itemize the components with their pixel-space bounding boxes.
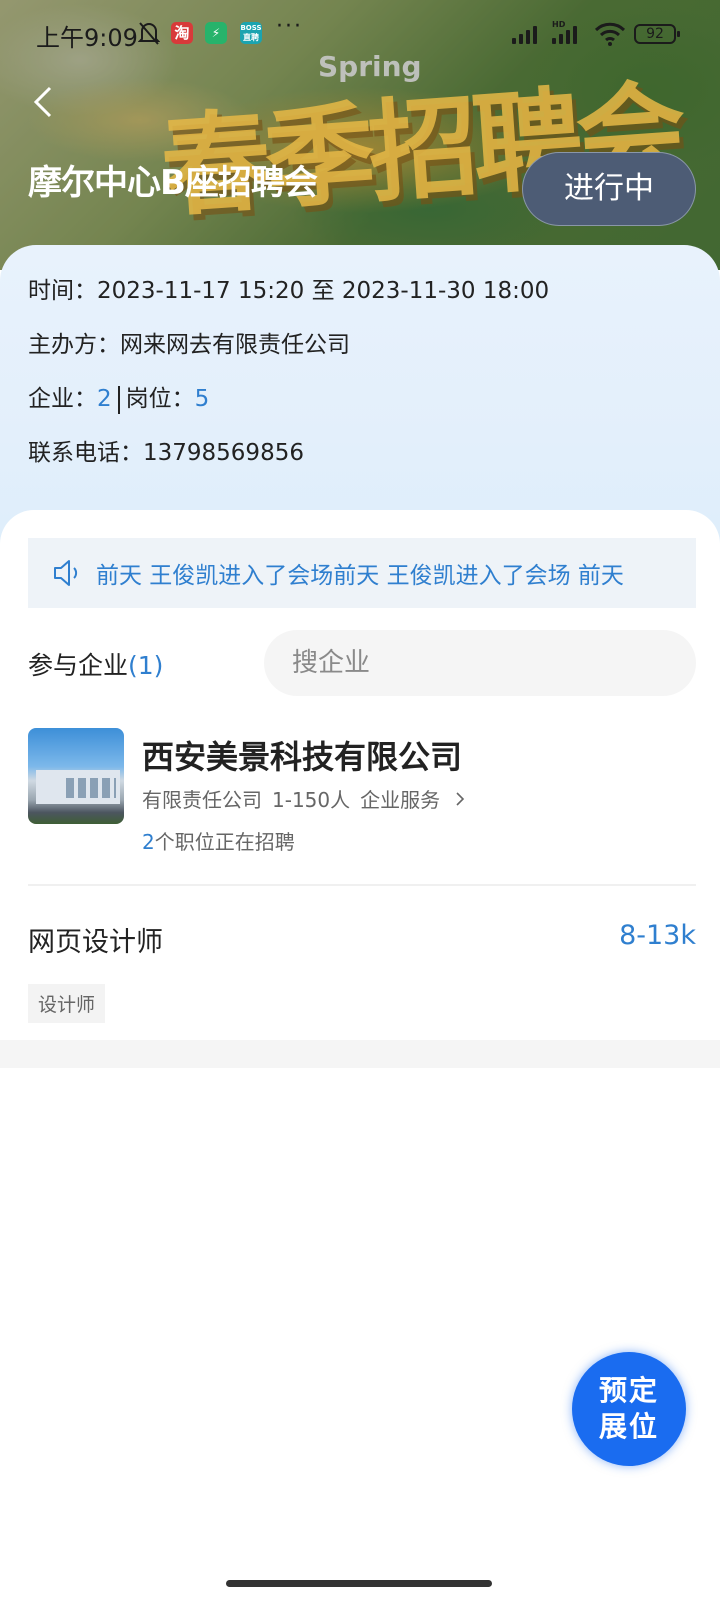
participants-header: 参与企业(1) [28, 630, 696, 696]
company-jobs-count: 2个职位正在招聘 [142, 826, 295, 855]
more-notifications-icon: ··· [276, 14, 303, 39]
taobao-app-icon: 淘 [171, 22, 193, 44]
cell-signal-icon [512, 24, 537, 44]
chevron-right-icon [456, 791, 465, 806]
organizer-label: 主办方： [28, 332, 120, 358]
company-industry: 企业服务 [360, 788, 441, 812]
companies-count: 2 [97, 386, 112, 412]
participants-title: 参与企业(1) [28, 646, 163, 682]
wifi-icon [594, 22, 626, 46]
company-meta: 有限责任公司 1-150人 企业服务 [142, 784, 466, 813]
job-title: 网页设计师 [28, 927, 163, 958]
boss-zhipin-app-icon: BOSS 直聘 [240, 22, 262, 44]
muted-bell-icon [138, 22, 160, 45]
company-logo [28, 728, 124, 824]
job-list-item[interactable]: 网页设计师 8-13k 设计师 [28, 886, 696, 1023]
section-separator [0, 1040, 720, 1068]
stats-divider [117, 385, 120, 414]
positions-count: 5 [194, 386, 210, 412]
phone-label: 联系电话： [28, 440, 143, 466]
event-phone[interactable]: 联系电话：13798569856 [28, 433, 304, 467]
jobs-count-number: 2 [142, 830, 155, 854]
company-search-input[interactable] [264, 630, 696, 696]
positions-label: 岗位： [125, 386, 195, 412]
event-organizer: 主办方：网来网去有限责任公司 [28, 325, 350, 359]
home-indicator[interactable] [226, 1580, 492, 1587]
event-status-badge: 进行中 [522, 152, 696, 226]
time-value: 2023-11-17 15:20 至 2023-11-30 18:00 [97, 278, 550, 304]
speaker-icon [54, 560, 78, 586]
participants-count: (1) [128, 651, 164, 680]
company-card[interactable]: 西安美景科技有限公司 有限责任公司 1-150人 企业服务 2个职位正在招聘 [28, 728, 696, 858]
reserve-booth-button[interactable]: 预定 展位 [572, 1352, 686, 1466]
jobs-count-suffix: 个职位正在招聘 [154, 830, 295, 854]
battery-icon: 92 [634, 24, 680, 44]
announcement-marquee: 前天 王俊凯进入了会场前天 王俊凯进入了会场 前天 [28, 538, 696, 608]
company-type: 有限责任公司 [142, 788, 262, 812]
back-arrow-icon[interactable] [26, 80, 62, 124]
status-bar: 上午9:09 淘 ⚡ BOSS 直聘 ··· HD 92 [0, 0, 720, 66]
participants-title-text: 参与企业 [28, 651, 129, 680]
job-salary: 8-13k [619, 920, 696, 951]
event-time: 时间：2023-11-17 15:20 至 2023-11-30 18:00 [28, 271, 549, 305]
security-shield-icon: ⚡ [205, 22, 227, 44]
page-title: 摩尔中心B座招聘会 [28, 163, 318, 203]
phone-value[interactable]: 13798569856 [143, 440, 304, 466]
job-tag: 设计师 [28, 984, 106, 1023]
boss-label-bottom: 直聘 [243, 33, 259, 42]
organizer-value: 网来网去有限责任公司 [120, 332, 350, 358]
company-size: 1-150人 [272, 788, 351, 812]
announcement-text: 前天 王俊凯进入了会场前天 王俊凯进入了会场 前天 [96, 563, 624, 589]
time-label: 时间： [28, 278, 97, 304]
event-stats: 企业：2 岗位：5 [28, 379, 209, 414]
companies-label: 企业： [28, 386, 97, 412]
status-time: 上午9:09 [36, 24, 138, 52]
boss-label-top: BOSS [240, 24, 262, 32]
company-name: 西安美景科技有限公司 [142, 738, 463, 776]
cell-signal-2-icon [552, 24, 577, 44]
